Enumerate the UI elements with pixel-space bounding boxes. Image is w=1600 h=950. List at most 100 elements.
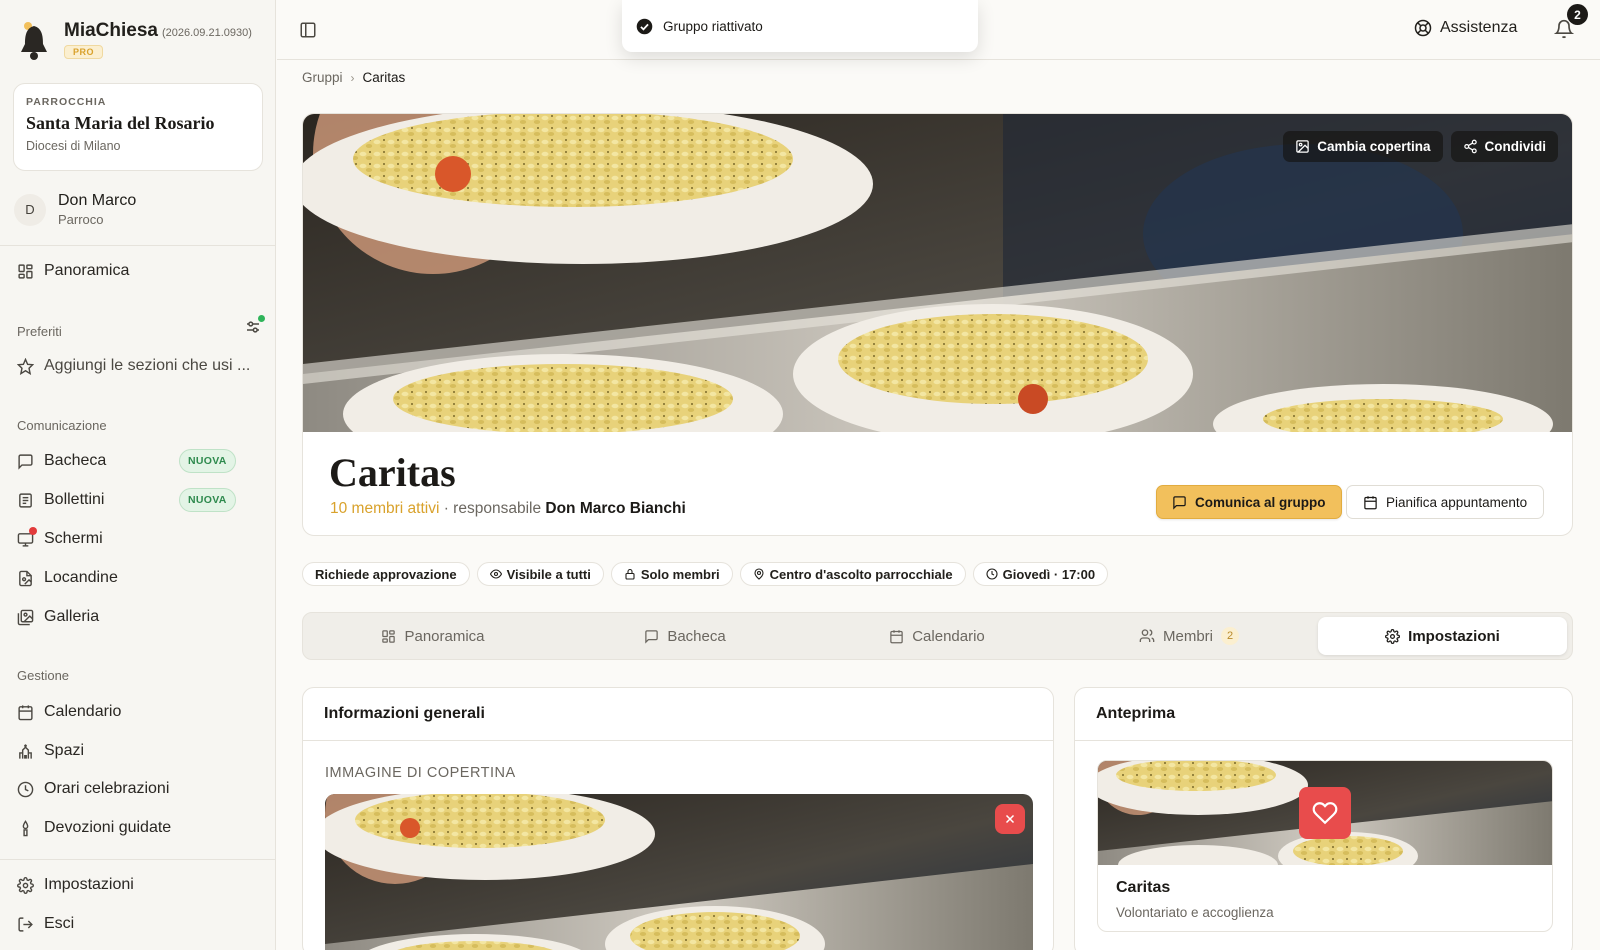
share-icon [1463, 139, 1477, 154]
tab-panoramica[interactable]: Panoramica [307, 617, 559, 655]
group-header-card: Cambia copertina Condividi Caritas 10 me… [302, 113, 1573, 536]
logout-icon [18, 916, 33, 932]
tag-label: Solo membri [640, 566, 720, 582]
owner-prefix: · responsabile [443, 500, 542, 517]
clock-icon [17, 781, 34, 797]
sidebar-item-panoramica[interactable]: Panoramica [17, 256, 262, 286]
message-group-button[interactable]: Comunica al gruppo [1156, 485, 1342, 519]
sidebar-item-devozioni[interactable]: Devozioni guidate [17, 813, 262, 843]
image-icon [1296, 140, 1309, 153]
sidebar-divider [0, 245, 276, 246]
message-square-icon [645, 629, 659, 644]
breadcrumb: Gruppi › Caritas [302, 70, 405, 85]
parish-diocese: Diocesi di Milano [26, 139, 121, 153]
share-label: Condividi [1484, 139, 1547, 154]
sidebar-item-orari[interactable]: Orari celebrazioni [17, 774, 262, 804]
sidebar-item-esci[interactable]: Esci [17, 909, 262, 939]
group-preview-tile: Caritas Volontariato e accoglienza [1097, 760, 1553, 932]
sidebar-item-label: Calendario [44, 703, 122, 720]
sidebar-item-locandine[interactable]: Locandine [17, 563, 262, 593]
status-dot [258, 315, 265, 322]
schedule-appointment-button[interactable]: Pianifica appuntamento [1346, 485, 1545, 519]
group-title: Caritas [329, 450, 456, 495]
breadcrumb-current: Caritas [362, 70, 406, 85]
remove-cover-button[interactable] [995, 804, 1025, 834]
app-version: (2026.09.21.0930) [161, 27, 252, 39]
calendar-icon [890, 629, 903, 643]
general-info-card: Informazioni generali IMMAGINE DI COPERT… [302, 687, 1054, 950]
card-title: Informazioni generali [303, 688, 1053, 741]
members-count-link[interactable]: 10 membri attivi [330, 500, 439, 517]
gear-icon [1385, 628, 1401, 644]
tab-label: Membri [1162, 627, 1213, 645]
notification-dot [29, 526, 37, 535]
tag-location: Centro d'ascolto parrocchiale [739, 562, 966, 586]
tag-schedule: Giovedì · 17:00 [972, 562, 1109, 586]
sidebar-item-calendario[interactable]: Calendario [17, 697, 262, 727]
cover-actions: Cambia copertina Condividi [1283, 131, 1558, 162]
tab-bacheca[interactable]: Bacheca [559, 617, 811, 655]
change-cover-button[interactable]: Cambia copertina [1283, 131, 1443, 162]
share-button[interactable]: Condividi [1450, 131, 1558, 162]
change-cover-label: Cambia copertina [1317, 139, 1431, 154]
tab-label: Bacheca [667, 627, 726, 645]
tag-label: Giovedì · 17:00 [1002, 566, 1096, 582]
message-group-label: Comunica al gruppo [1195, 494, 1326, 510]
tab-label: Calendario [912, 627, 985, 645]
cover-image-preview[interactable] [325, 794, 1033, 950]
group-meta: 10 membri attivi · responsabile Don Marc… [330, 500, 686, 518]
toast-notification: Gruppo riattivato [622, 0, 978, 52]
grid-icon [382, 629, 396, 643]
tab-membri[interactable]: Membri 2 [1063, 617, 1315, 655]
section-title-comunicazione: Comunicazione [17, 418, 107, 433]
tab-count-badge: 2 [1221, 627, 1239, 645]
help-button[interactable]: Assistenza [1414, 19, 1517, 37]
lifebuoy-icon [1414, 19, 1432, 37]
avatar: D [14, 193, 46, 226]
sidebar-item-label: Schermi [44, 530, 103, 547]
sidebar-item-bacheca[interactable]: Bacheca NUOVA [17, 446, 262, 476]
tag-label: Centro d'ascolto parrocchiale [769, 566, 953, 582]
notifications-count-badge: 2 [1567, 4, 1588, 25]
church-icon [19, 743, 32, 759]
sidebar-item-impostazioni[interactable]: Impostazioni [17, 870, 262, 900]
sidebar: MiaChiesa (2026.09.21.0930) PRO PARROCCHI… [0, 0, 276, 950]
sidebar-item-label: Devozioni guidate [44, 819, 172, 836]
tab-calendario[interactable]: Calendario [811, 617, 1063, 655]
monitor-icon [17, 526, 37, 548]
user-menu[interactable]: D Don Marco Parroco [14, 192, 136, 227]
parish-switcher[interactable]: PARROCCHIA Santa Maria del Rosario Dioce… [13, 83, 263, 171]
tag-members-only: Solo membri [610, 562, 733, 586]
close-icon [1005, 814, 1015, 824]
card-title: Anteprima [1075, 688, 1572, 741]
sidebar-item-galleria[interactable]: Galleria [17, 602, 262, 632]
breadcrumb-link-gruppi[interactable]: Gruppi [302, 70, 343, 85]
section-title-preferiti: Preferiti [17, 324, 62, 339]
brand[interactable]: MiaChiesa (2026.09.21.0930) PRO [16, 20, 252, 62]
sidebar-item-bollettini[interactable]: Bollettini NUOVA [17, 485, 262, 515]
user-role: Parroco [58, 212, 104, 227]
eye-icon [489, 569, 502, 579]
sidebar-item-schermi[interactable]: Schermi [17, 524, 262, 554]
sidebar-item-label: Spazi [44, 742, 85, 759]
clock-icon [986, 568, 998, 580]
edit-favorites-button[interactable] [244, 315, 265, 336]
sidebar-item-spazi[interactable]: Spazi [17, 736, 262, 766]
calendar-icon [18, 704, 33, 720]
check-circle-icon [636, 18, 653, 34]
tab-impostazioni[interactable]: Impostazioni [1318, 617, 1567, 655]
sidebar-item-label: Orari celebrazioni [44, 780, 170, 797]
candle-icon [22, 819, 29, 836]
toast-message: Gruppo riattivato [663, 18, 763, 34]
tag-label: Richiede approvazione [315, 566, 457, 582]
file-image-icon [19, 570, 32, 586]
message-square-icon [1173, 495, 1186, 510]
sidebar-toggle-icon[interactable] [299, 21, 317, 39]
gear-icon [17, 876, 34, 894]
group-tabs: Panoramica Bacheca Calendario Membri 2 I… [302, 612, 1573, 660]
section-title-gestione: Gestione [17, 668, 70, 683]
add-favorites-item[interactable]: Aggiungi le sezioni che usi ... [17, 351, 262, 381]
heart-icon [1299, 787, 1351, 839]
grid-icon [18, 263, 33, 279]
preview-group-subtitle: Volontariato e accoglienza [1116, 905, 1274, 920]
